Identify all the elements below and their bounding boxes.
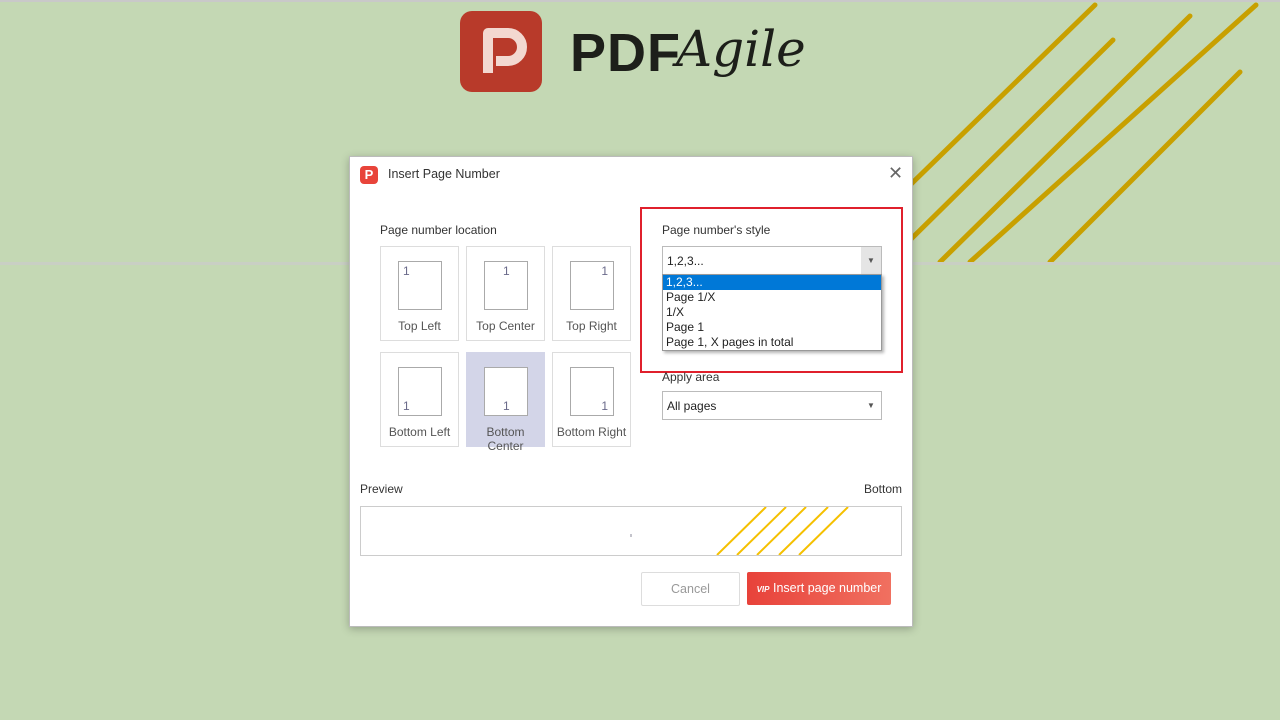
page-number: 1 (403, 264, 410, 278)
apply-area-value: All pages (667, 399, 717, 413)
logo-text: PDF (570, 23, 681, 83)
style-option[interactable]: Page 1, X pages in total (663, 335, 881, 350)
preview-label: Preview (360, 482, 403, 496)
page-thumbnail: 1 (398, 261, 442, 310)
chevron-down-icon[interactable]: ▼ (861, 392, 881, 419)
style-label: Page number's style (662, 223, 771, 237)
page-thumbnail: 1 (570, 367, 614, 416)
page-number: 1 (503, 264, 510, 278)
pdfagile-logo-icon (460, 11, 542, 92)
location-option-bottom-left[interactable]: 1 Bottom Left (380, 352, 459, 447)
style-option[interactable]: 1,2,3... (663, 275, 881, 290)
location-option-top-center[interactable]: 1 Top Center (466, 246, 545, 341)
chevron-down-icon[interactable]: ▼ (861, 247, 881, 274)
location-label: Page number location (380, 223, 497, 237)
style-option[interactable]: Page 1/X (663, 290, 881, 305)
app-icon: P (360, 166, 378, 184)
location-label: Top Right (566, 319, 617, 333)
style-option[interactable]: Page 1 (663, 320, 881, 335)
location-label: Bottom Center (486, 425, 525, 453)
page-number: 1 (403, 399, 410, 413)
apply-area-label: Apply area (662, 370, 720, 384)
location-label: Top Left (398, 319, 441, 333)
style-select[interactable]: 1,2,3... ▼ (662, 246, 882, 275)
apply-area-select[interactable]: All pages ▼ (662, 391, 882, 420)
style-value: 1,2,3... (667, 254, 704, 268)
preview-position: Bottom (863, 482, 902, 496)
page-thumbnail: 1 (398, 367, 442, 416)
stripe (902, 2, 1098, 193)
location-option-bottom-center[interactable]: 1 Bottom Center (466, 352, 545, 453)
stripe (902, 37, 1116, 248)
location-option-top-left[interactable]: 1 Top Left (380, 246, 459, 341)
insert-page-number-dialog: P Insert Page Number ✕ Page number locat… (349, 156, 913, 627)
page-thumbnail: 1 (484, 261, 528, 310)
stripe (937, 13, 1193, 265)
cancel-button[interactable]: Cancel (641, 572, 740, 606)
page-number: 1 (503, 399, 510, 413)
page-thumbnail: 1 (484, 367, 528, 416)
page-number: 1 (601, 264, 608, 278)
location-option-top-right[interactable]: 1 Top Right (552, 246, 631, 341)
preview-box (360, 506, 902, 556)
location-option-bottom-right[interactable]: 1 Bottom Right (552, 352, 631, 447)
location-label: Bottom Left (388, 425, 451, 439)
vip-badge: VIP (756, 585, 770, 594)
page-number: 1 (601, 399, 608, 413)
logo-script: Agile (676, 20, 806, 78)
page-thumbnail: 1 (570, 261, 614, 310)
location-label: Top Center (476, 319, 535, 333)
location-label: Bottom Right (556, 425, 627, 439)
close-icon[interactable]: ✕ (888, 163, 903, 184)
insert-button-label: Insert page number (772, 581, 882, 595)
style-option[interactable]: 1/X (663, 305, 881, 320)
insert-page-number-button[interactable]: VIP Insert page number (747, 572, 891, 605)
style-dropdown-list: 1,2,3... Page 1/X 1/X Page 1 Page 1, X pages… (662, 274, 882, 351)
stripe (967, 2, 1259, 265)
dialog-title: Insert Page Number (388, 167, 500, 181)
